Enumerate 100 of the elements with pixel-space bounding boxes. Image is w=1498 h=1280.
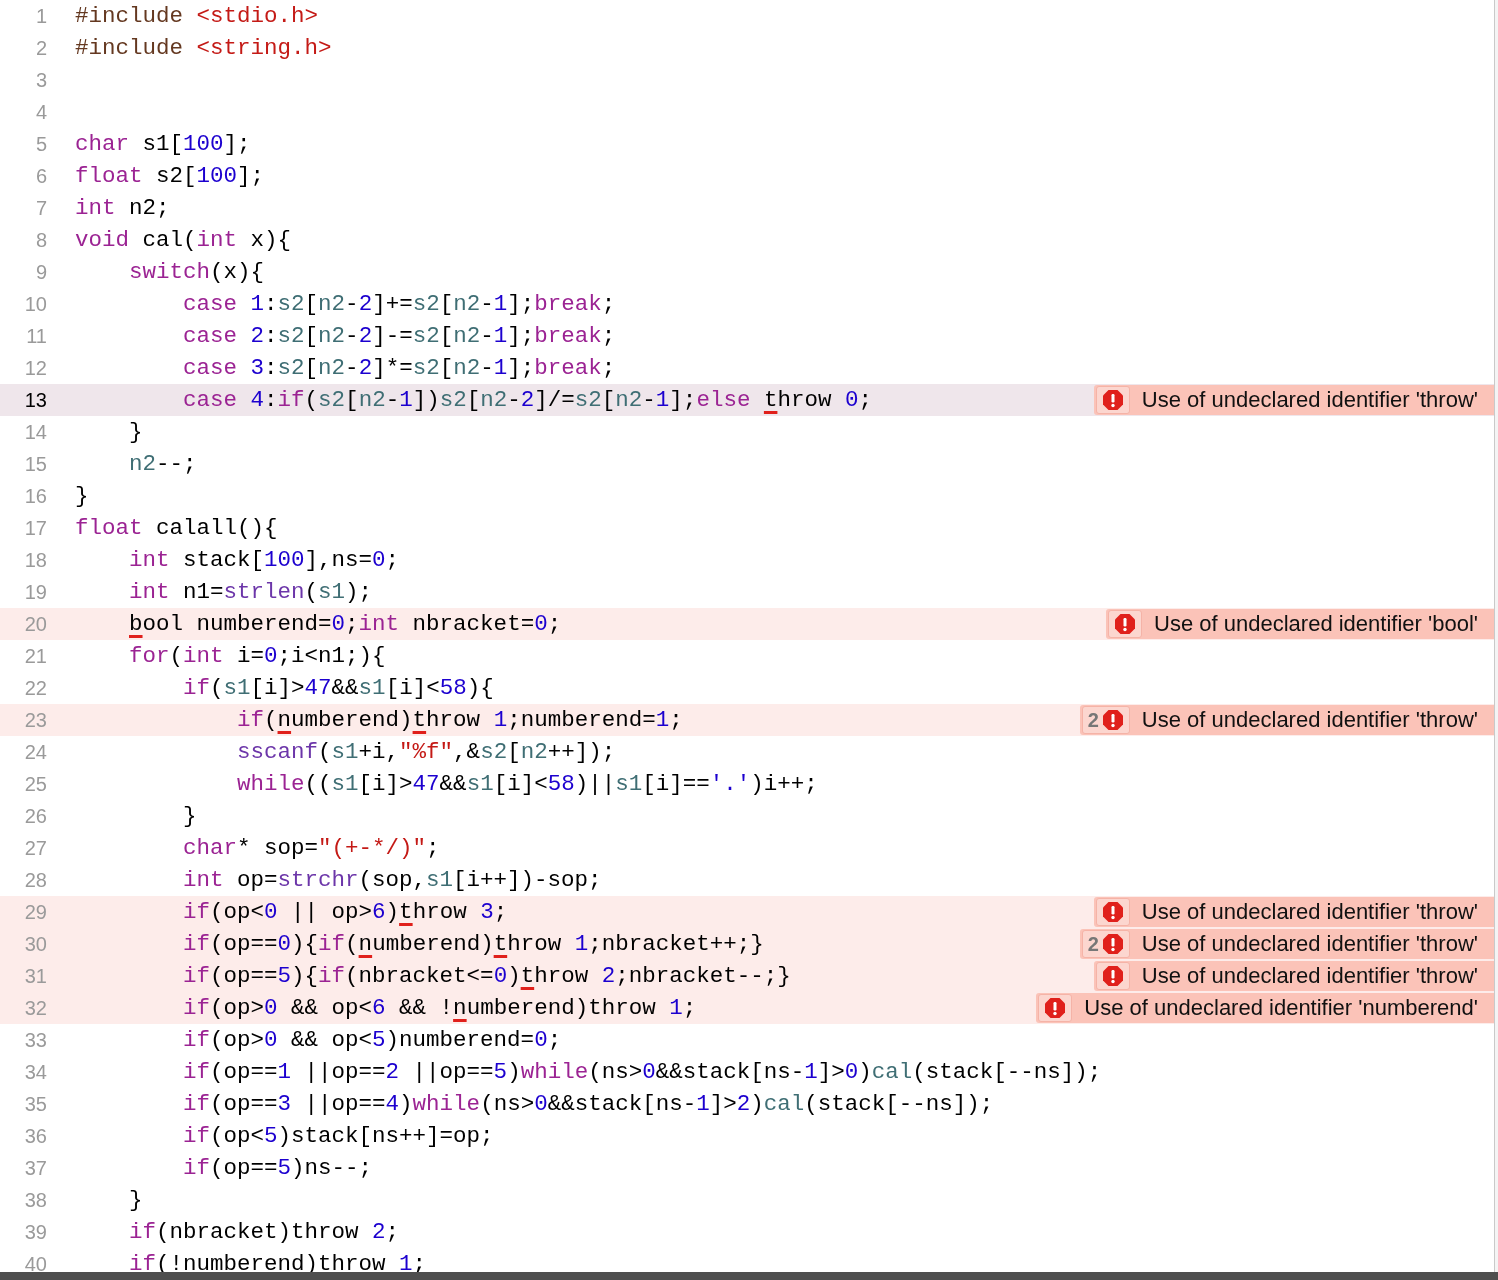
line-number: 40 [23,1252,48,1277]
code-line: case 1:s2[n2-2]+=s2[n2-1];break; [182,291,616,317]
line-number: 22 [23,676,48,701]
code-line: while((s1[i]>47&&s1[i]<58)||s1[i]=='.')i++; [236,771,818,797]
code-line: } [182,803,197,829]
error-icon [1101,901,1124,923]
line-number: 35 [23,1092,48,1117]
code-line: int stack[100],ns=0; [128,547,400,573]
line-number: 32 [23,996,48,1021]
code-line: if(op>0 && op<6 && !numberend)throw 1; [182,995,697,1021]
error-annotation[interactable]: 2 Use of undeclared identifier 'throw' [1079,705,1494,735]
code-line: char s1[100]; [75,131,251,157]
code-line: float calall(){ [75,515,278,541]
code-line: #include <stdio.h> [75,3,319,29]
line-number: 26 [23,804,48,829]
line-number: 31 [23,964,48,989]
code-line: bool numberend=0;int nbracket=0; [128,611,562,637]
error-annotation[interactable]: Use of undeclared identifier 'throw' [1093,897,1494,927]
error-icon [1114,613,1137,635]
line-number: 23 [23,708,48,733]
error-message: Use of undeclared identifier 'throw' [1141,965,1478,987]
code-line: int op=strchr(sop,s1[i++])-sop; [182,867,602,893]
line-number: 25 [23,772,48,797]
line-number: 3 [34,68,48,93]
line-number: 2 [34,36,48,61]
code-line: if(op<5)stack[ns++]=op; [182,1123,494,1149]
line-number: 8 [34,228,48,253]
line-number: 14 [23,420,48,445]
line-number: 5 [34,132,48,157]
code-line: if(numberend)throw 1;numberend=1; [236,707,683,733]
line-number: 6 [34,164,48,189]
code-line: } [75,483,89,509]
line-number: 39 [23,1220,48,1245]
error-annotation[interactable]: Use of undeclared identifier 'numberend' [1036,993,1494,1023]
error-icon [1101,933,1124,955]
error-message: Use of undeclared identifier 'throw' [1141,709,1478,731]
line-number: 18 [23,548,48,573]
code-line: } [128,419,143,445]
line-number: 29 [23,900,48,925]
line-number: 34 [23,1060,48,1085]
code-line: switch(x){ [128,259,265,285]
line-number: 28 [23,868,48,893]
line-number: 20 [23,612,48,637]
line-number: 17 [23,516,48,541]
error-icon [1044,997,1067,1019]
code-line: if(op==3 ||op==4)while(ns>0&&stack[ns-1]>2)cal(stack[--ns]); [182,1091,994,1117]
line-number: 13 [23,388,48,413]
code-line: void cal(int x){ [75,227,292,253]
line-number: 16 [23,484,48,509]
line-number: 30 [23,932,48,957]
error-icon [1101,709,1124,731]
code-line: char* sop="(+-*/)"; [182,835,440,861]
line-number: 1 [34,4,48,29]
code-line: #include <string.h> [75,35,332,61]
line-number: 24 [23,740,48,765]
code-line: if(op==5){if(nbracket<=0)throw 2;nbracket--;} [182,963,791,989]
code-line: case 3:s2[n2-2]*=s2[n2-1];break; [182,355,616,381]
line-number: 19 [23,580,48,605]
code-line: sscanf(s1+i,"%f",&s2[n2++]); [236,739,616,765]
line-number: 11 [25,324,48,349]
line-number: 33 [23,1028,48,1053]
line-number: 21 [23,644,48,669]
error-icon [1101,965,1124,987]
code-line: n2--; [128,451,197,477]
code-line: case 2:s2[n2-2]-=s2[n2-1];break; [182,323,616,349]
error-message: Use of undeclared identifier 'throw' [1141,389,1478,411]
error-annotation[interactable]: Use of undeclared identifier 'throw' [1093,385,1494,415]
code-line: int n1=strlen(s1); [128,579,373,605]
line-number: 9 [34,260,48,285]
code-line: if(op==0){if(numberend)throw 1;nbracket++;} [182,931,764,957]
code-line: if(nbracket)throw 2; [128,1219,400,1245]
error-message: Use of undeclared identifier 'throw' [1141,933,1478,955]
line-number: 7 [34,196,48,221]
code-line: if(op==5)ns--; [182,1155,373,1181]
error-annotation[interactable]: Use of undeclared identifier 'bool' [1106,609,1494,639]
error-message: Use of undeclared identifier 'numberend' [1084,997,1478,1019]
error-message: Use of undeclared identifier 'bool' [1154,613,1478,635]
code-line: int n2; [75,195,170,221]
error-annotation[interactable]: 2 Use of undeclared identifier 'throw' [1079,929,1494,959]
code-line: for(int i=0;i<n1;){ [128,643,386,669]
line-number: 4 [34,100,48,125]
line-number: 27 [23,836,48,861]
code-line: } [128,1187,143,1213]
line-number: 10 [23,292,48,317]
error-count: 2 [1087,934,1099,954]
code-line: case 4:if(s2[n2-1])s2[n2-2]/=s2[n2-1];else throw 0; [182,387,872,413]
error-annotation[interactable]: Use of undeclared identifier 'throw' [1093,961,1494,991]
line-number: 36 [23,1124,48,1149]
line-number: 12 [23,356,48,381]
code-line: if(s1[i]>47&&s1[i]<58){ [182,675,494,701]
code-line: float s2[100]; [75,163,265,189]
error-icon [1101,389,1124,411]
line-number: 15 [23,452,48,477]
code-line: if(op<0 || op>6)throw 3; [182,899,508,925]
code-line: if(op==1 ||op==2 ||op==5)while(ns>0&&stack[ns-1]>0)cal(stack[--ns]); [182,1059,1102,1085]
code-line: if(op>0 && op<5)numberend=0; [182,1027,562,1053]
error-count: 2 [1087,710,1099,730]
line-number: 38 [23,1188,48,1213]
error-message: Use of undeclared identifier 'throw' [1141,901,1478,923]
line-number: 37 [23,1156,48,1181]
